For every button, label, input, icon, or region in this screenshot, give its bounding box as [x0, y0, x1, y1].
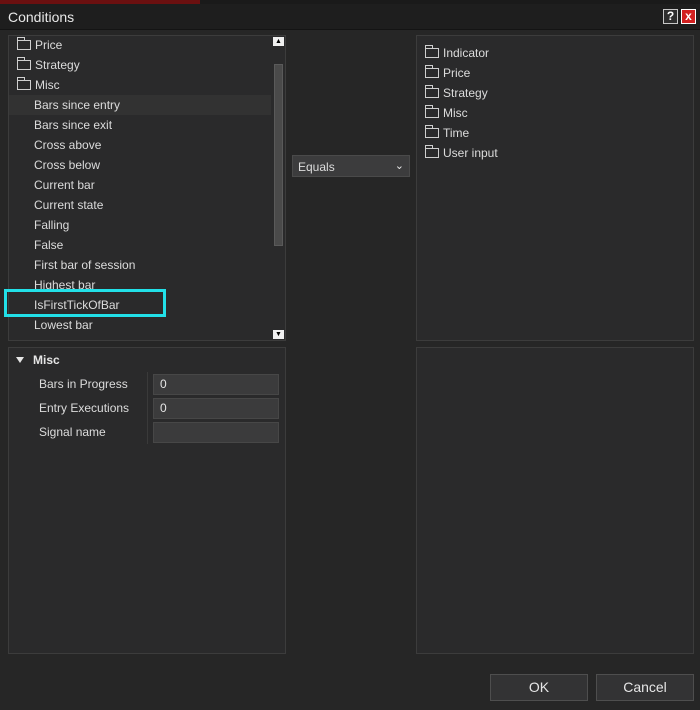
tree-item-label: Strategy — [443, 86, 488, 100]
tree-item-current-bar[interactable]: Current bar — [9, 175, 271, 195]
tree-item-cross-below[interactable]: Cross below — [9, 155, 271, 175]
signal-name-input[interactable] — [153, 422, 279, 443]
property-label: Entry Executions — [39, 401, 130, 415]
folder-icon — [425, 105, 439, 118]
property-divider — [147, 372, 148, 396]
tree-item-label: Strategy — [35, 58, 80, 72]
window-title: Conditions — [8, 9, 75, 25]
tree-item-label: User input — [443, 146, 498, 160]
tree-folder-price[interactable]: Price — [9, 36, 271, 55]
property-row-signal-name: Signal name — [9, 420, 285, 444]
compare-folder-indicator[interactable]: Indicator — [417, 43, 693, 63]
property-divider — [147, 420, 148, 444]
bars-in-progress-input[interactable]: 0 — [153, 374, 279, 395]
chevron-down-icon: ⌄ — [394, 160, 404, 172]
property-row-bars-in-progress: Bars in Progress 0 — [9, 372, 285, 396]
properties-panel: Misc Bars in Progress 0 Entry Executions… — [8, 347, 286, 654]
tree-item-lowest-bar[interactable]: Lowest bar — [9, 315, 271, 335]
tree-item-bars-since-exit[interactable]: Bars since exit — [9, 115, 271, 135]
folder-icon — [17, 57, 31, 70]
tree-scrollbar[interactable]: ▲ ▼ — [272, 36, 285, 340]
tree-folder-strategy[interactable]: Strategy — [9, 55, 271, 75]
tree-item-label: Numeric value — [34, 338, 111, 340]
tree-item-cross-above[interactable]: Cross above — [9, 135, 271, 155]
entry-executions-input[interactable]: 0 — [153, 398, 279, 419]
folder-icon — [425, 85, 439, 98]
folder-icon — [425, 65, 439, 78]
tree-item-label: Bars since exit — [34, 118, 113, 132]
close-button[interactable]: x — [681, 9, 696, 24]
compare-tree: Indicator Price Strategy Misc Time User input — [417, 43, 693, 163]
compare-properties-panel — [416, 347, 694, 654]
tree-item-label: Indicator — [443, 46, 490, 60]
cancel-button[interactable]: Cancel — [596, 674, 694, 701]
compare-folder-strategy[interactable]: Strategy — [417, 83, 693, 103]
scrollbar-thumb[interactable] — [274, 64, 283, 246]
tree-item-label: Bars since entry — [34, 98, 121, 112]
tree-item-label: First bar of session — [34, 258, 136, 272]
tree-item-label: Current bar — [34, 178, 95, 192]
tree-item-label: Price — [443, 66, 471, 80]
tree-item-label: Cross below — [34, 158, 101, 172]
operator-selected-value: Equals — [298, 160, 335, 174]
compare-tree-panel: Indicator Price Strategy Misc Time User input — [416, 35, 694, 341]
folder-icon — [17, 37, 31, 50]
tree-item-label: Current state — [34, 198, 104, 212]
tree-item-label: Misc — [443, 106, 468, 120]
highlight-annotation-box — [4, 289, 166, 317]
tree-item-numeric-value[interactable]: Numeric value — [9, 335, 271, 340]
tree-item-label: Lowest bar — [34, 318, 93, 332]
title-bar: Conditions ? x — [0, 4, 700, 30]
help-button[interactable]: ? — [663, 9, 678, 24]
tree-item-label: Misc — [35, 78, 60, 92]
folder-icon — [425, 45, 439, 58]
compare-folder-user-input[interactable]: User input — [417, 143, 693, 163]
tree-item-label: Falling — [34, 218, 70, 232]
folder-icon — [17, 77, 31, 90]
property-label: Bars in Progress — [39, 377, 128, 391]
tree-item-label: Cross above — [34, 138, 102, 152]
property-divider — [147, 396, 148, 420]
folder-icon — [425, 125, 439, 138]
compare-folder-price[interactable]: Price — [417, 63, 693, 83]
tree-item-label: Price — [35, 38, 63, 52]
operator-select[interactable]: Equals ⌄ — [292, 155, 410, 177]
compare-folder-misc[interactable]: Misc — [417, 103, 693, 123]
tree-item-label: Time — [443, 126, 470, 140]
scroll-down-icon[interactable]: ▼ — [273, 330, 284, 339]
properties-group-header[interactable]: Misc — [16, 353, 60, 367]
property-row-entry-executions: Entry Executions 0 — [9, 396, 285, 420]
folder-icon — [425, 145, 439, 158]
compare-folder-time[interactable]: Time — [417, 123, 693, 143]
properties-group-label: Misc — [33, 353, 60, 367]
property-label: Signal name — [39, 425, 106, 439]
tree-item-current-state[interactable]: Current state — [9, 195, 271, 215]
tree-item-label: False — [34, 238, 64, 252]
tree-item-falling[interactable]: Falling — [9, 215, 271, 235]
tree-folder-misc[interactable]: Misc — [9, 75, 271, 95]
tree-item-bars-since-entry[interactable]: Bars since entry — [9, 95, 271, 115]
tree-item-false[interactable]: False — [9, 235, 271, 255]
tree-item-first-bar-of-session[interactable]: First bar of session — [9, 255, 271, 275]
scroll-up-icon[interactable]: ▲ — [273, 37, 284, 46]
collapse-triangle-icon[interactable] — [16, 357, 24, 363]
ok-button[interactable]: OK — [490, 674, 588, 701]
